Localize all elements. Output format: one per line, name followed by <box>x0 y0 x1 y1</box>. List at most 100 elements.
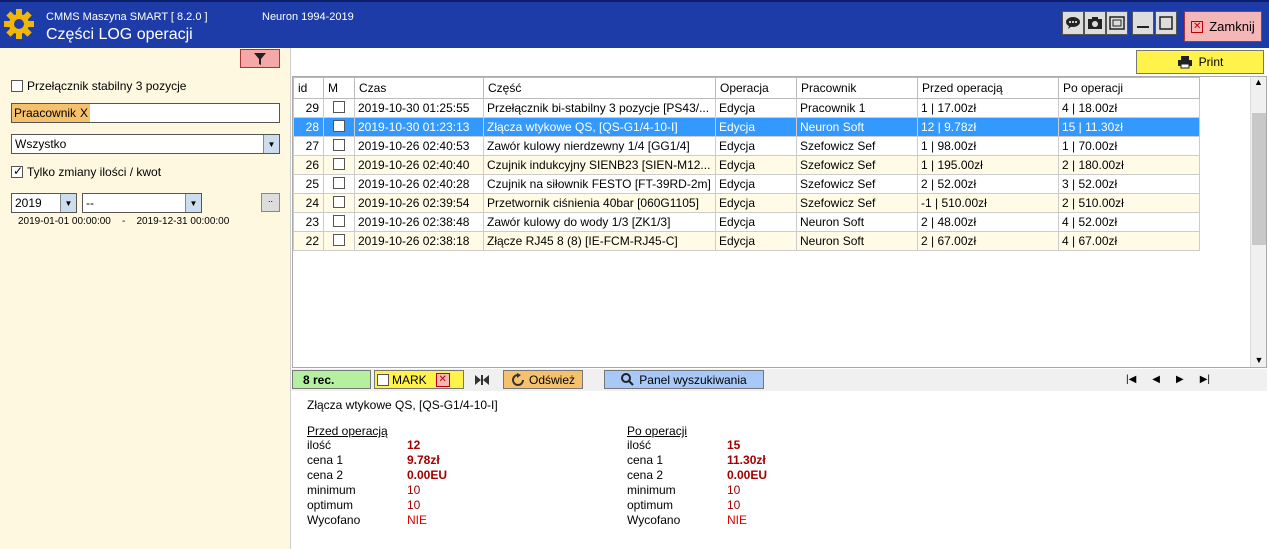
stable-switch-label: Przełącznik stabilny 3 pozycje <box>27 79 187 93</box>
month-select[interactable]: -- ▼ <box>82 193 202 213</box>
cell-before: 2 | 52.00zł <box>917 174 1059 194</box>
chat-button[interactable] <box>1062 11 1084 35</box>
status-bar: 8 rec. MARK ✕ Odśwież Panel wyszukiwania… <box>292 369 1267 391</box>
cell-mark[interactable] <box>323 117 355 137</box>
scrollbar-thumb[interactable] <box>1252 113 1266 245</box>
stable-switch-checkbox[interactable] <box>11 80 23 92</box>
print-button[interactable]: Print <box>1136 50 1264 74</box>
scroll-down-icon[interactable]: ▼ <box>1251 355 1267 365</box>
chevron-down-icon: ▼ <box>263 135 279 153</box>
before-row: optimum 10 <box>307 498 421 512</box>
column-header-mark[interactable]: M <box>323 77 355 99</box>
cell-mark[interactable] <box>323 98 355 118</box>
row-checkbox[interactable] <box>333 214 345 227</box>
filter-button[interactable] <box>240 49 280 68</box>
table-row[interactable]: 29 2019-10-30 01:25:55 Przełącznik bi-st… <box>293 98 1200 118</box>
minimize-button[interactable] <box>1132 11 1154 35</box>
scope-select[interactable]: Wszystko ▼ <box>11 134 280 154</box>
row-checkbox[interactable] <box>333 100 345 113</box>
cell-before: 12 | 9.78zł <box>917 117 1059 137</box>
cell-id: 29 <box>293 98 324 118</box>
cell-before: 1 | 17.00zł <box>917 98 1059 118</box>
scope-select-value: Wszystko <box>15 137 67 151</box>
screen-button[interactable] <box>1106 11 1128 35</box>
cell-mark[interactable] <box>323 136 355 156</box>
table-row[interactable]: 27 2019-10-26 02:40:53 Zawór kulowy nier… <box>293 136 1200 156</box>
cell-operation: Edycja <box>715 155 797 175</box>
column-header-part[interactable]: Część <box>483 77 716 99</box>
cell-before: -1 | 510.00zł <box>917 193 1059 213</box>
mark-label: MARK <box>392 372 427 387</box>
row-checkbox[interactable] <box>333 195 345 208</box>
date-range: 2019-01-01 00:00:00 - 2019-12-31 00:00:0… <box>18 216 229 227</box>
worker-filter-field[interactable]: Praacownik X <box>11 103 280 123</box>
cell-mark[interactable] <box>323 174 355 194</box>
table-row[interactable]: 24 2019-10-26 02:39:54 Przetwornik ciśni… <box>293 193 1200 213</box>
cell-worker: Szefowicz Sef <box>796 136 918 156</box>
first-page-icon[interactable]: |◀ <box>1126 374 1136 385</box>
before-row: cena 2 0.00EU <box>307 468 448 482</box>
table-row-selected[interactable]: 28 2019-10-30 01:23:13 Złącza wtykowe QS… <box>293 117 1200 137</box>
column-header-operation[interactable]: Operacja <box>715 77 797 99</box>
clear-mark-icon[interactable]: ✕ <box>435 372 450 387</box>
vertical-scrollbar[interactable]: ▲ ▼ <box>1250 77 1266 367</box>
column-header-id[interactable]: id <box>293 77 324 99</box>
camera-button[interactable] <box>1084 11 1106 35</box>
column-header-worker[interactable]: Pracownik <box>796 77 918 99</box>
worker-tag-remove[interactable]: X <box>80 106 88 120</box>
column-header-after[interactable]: Po operacji <box>1058 77 1200 99</box>
cell-mark[interactable] <box>323 193 355 213</box>
date-separator: - <box>121 216 126 227</box>
cell-id: 22 <box>293 231 324 251</box>
close-button[interactable]: ✕ Zamknij <box>1184 11 1262 42</box>
only-changes-checkbox[interactable] <box>11 164 23 178</box>
cell-part: Zawór kulowy do wody 1/3 [ZK1/3] <box>483 212 716 232</box>
before-heading: Przed operacją <box>307 424 388 438</box>
close-label: Zamknij <box>1209 19 1255 34</box>
cell-before: 1 | 195.00zł <box>917 155 1059 175</box>
cell-part: Czujnik na siłownik FESTO [FT-39RD-2m] <box>483 174 716 194</box>
table-row[interactable]: 22 2019-10-26 02:38:18 Złącze RJ45 8 (8)… <box>293 231 1200 251</box>
after-row: optimum 10 <box>627 498 741 512</box>
search-icon <box>621 373 635 386</box>
next-page-icon[interactable]: ▶ <box>1176 374 1184 385</box>
refresh-button[interactable]: Odśwież <box>503 370 583 389</box>
record-count: 8 rec. <box>292 370 371 389</box>
last-page-icon[interactable]: ▶| <box>1200 374 1210 385</box>
gear-icon <box>4 9 34 39</box>
cell-after: 1 | 70.00zł <box>1058 136 1200 156</box>
printer-icon <box>1177 56 1192 69</box>
cell-mark[interactable] <box>323 231 355 251</box>
scroll-up-icon[interactable]: ▲ <box>1251 77 1266 87</box>
cell-time: 2019-10-26 02:39:54 <box>354 193 484 213</box>
table-row[interactable]: 23 2019-10-26 02:38:48 Zawór kulowy do w… <box>293 212 1200 232</box>
row-checkbox[interactable] <box>333 138 345 151</box>
pagination-nav: |◀ ◀ ▶ ▶| <box>1118 370 1218 389</box>
print-label: Print <box>1198 55 1224 69</box>
column-header-before[interactable]: Przed operacją <box>917 77 1059 99</box>
prev-page-icon[interactable]: ◀ <box>1152 374 1160 385</box>
column-header-time[interactable]: Czas <box>354 77 484 99</box>
year-select[interactable]: 2019 ▼ <box>11 193 77 213</box>
row-checkbox[interactable] <box>333 119 345 132</box>
table-row[interactable]: 25 2019-10-26 02:40:28 Czujnik na siłown… <box>293 174 1200 194</box>
mark-toggle[interactable]: MARK ✕ <box>374 370 464 389</box>
cell-mark[interactable] <box>323 155 355 175</box>
row-checkbox[interactable] <box>333 157 345 170</box>
cell-after: 4 | 67.00zł <box>1058 231 1200 251</box>
mark-checkbox[interactable] <box>377 373 389 386</box>
only-changes-filter[interactable]: Tylko zmiany ilości / kwot <box>11 164 161 179</box>
cell-mark[interactable] <box>323 212 355 232</box>
mark-nav-button[interactable] <box>470 371 494 389</box>
search-panel-button[interactable]: Panel wyszukiwania <box>604 370 764 389</box>
row-checkbox[interactable] <box>333 176 345 189</box>
stable-switch-filter[interactable]: Przełącznik stabilny 3 pozycje <box>11 79 186 93</box>
row-checkbox[interactable] <box>333 233 345 246</box>
cell-part: Złącze RJ45 8 (8) [IE-FCM-RJ45-C] <box>483 231 716 251</box>
table-row[interactable]: 26 2019-10-26 02:40:40 Czujnik indukcyjn… <box>293 155 1200 175</box>
maximize-button[interactable] <box>1155 11 1177 35</box>
date-picker-button[interactable]: .. <box>261 193 280 212</box>
worker-tag-label: Praacownik <box>14 106 77 120</box>
minimize-icon <box>1137 26 1149 28</box>
cell-time: 2019-10-30 01:23:13 <box>354 117 484 137</box>
